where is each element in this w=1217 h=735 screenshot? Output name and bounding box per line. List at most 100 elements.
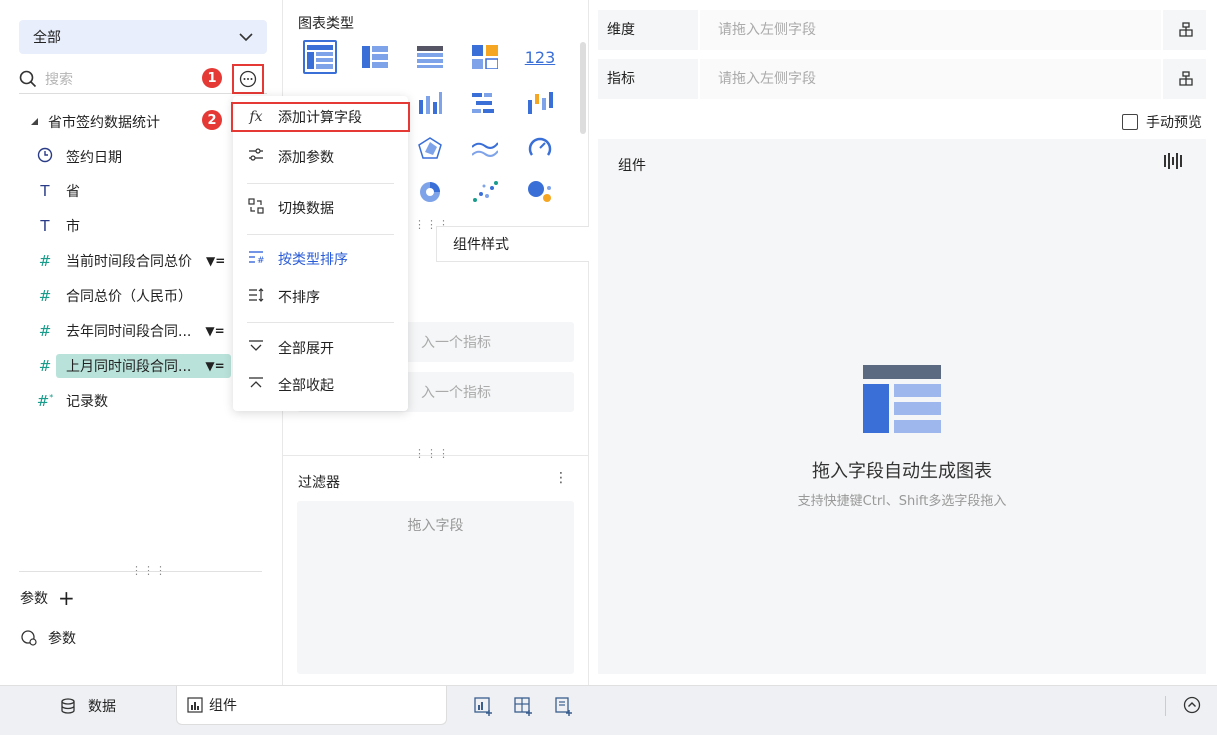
field-label: 市 <box>66 219 80 235</box>
field-label: 去年同时间段合同... <box>66 324 192 340</box>
collapse-up-icon[interactable] <box>1183 696 1201 714</box>
chart-type-number-card-icon[interactable]: 123 <box>523 40 557 74</box>
field-item[interactable]: # 合同总价（人民币） <box>36 283 192 309</box>
filter-placeholder: 拖入字段 <box>407 518 464 534</box>
text-type-icon: T <box>40 217 50 235</box>
menu-add-parameter[interactable]: 添加参数 <box>233 142 408 172</box>
param-item[interactable]: 参数 <box>20 628 76 648</box>
number-type-icon: # <box>38 252 52 270</box>
sort-type-icon: # <box>247 249 265 269</box>
params-header-label: 参数 <box>20 591 48 607</box>
app-root: 全部 搜索 1 2 省市签约数据统计 签约日期 T 省 T 市 # 当前时间段合… <box>0 0 1217 735</box>
database-icon <box>61 698 75 714</box>
preview-panel: 维度 请拖入左侧字段 指标 请拖入左侧字段 手动预览 组件 拖入字段自动生成图表… <box>589 0 1217 685</box>
add-text-component-icon[interactable] <box>554 696 574 716</box>
chart-type-hbar-icon[interactable] <box>468 86 502 120</box>
dimension-row: 维度 请拖入左侧字段 <box>598 10 1206 50</box>
sliders-icon <box>247 148 265 166</box>
expand-all-icon <box>247 338 265 358</box>
no-sort-icon <box>247 287 265 307</box>
scope-select[interactable]: 全部 <box>19 20 267 54</box>
resize-handle[interactable]: ⋮⋮⋮ <box>414 447 450 460</box>
chart-type-group-table-icon[interactable] <box>358 40 392 74</box>
vertical-more-icon[interactable]: ⋮ <box>554 470 568 486</box>
hierarchy-icon[interactable] <box>1178 71 1194 87</box>
menu-sort-by-type[interactable]: # 按类型排序 <box>233 244 408 274</box>
menu-collapse-all[interactable]: 全部收起 <box>233 370 408 400</box>
chart-type-area-icon[interactable] <box>468 131 502 165</box>
chart-types-scrollbar[interactable] <box>580 42 586 134</box>
collapse-all-icon <box>247 375 265 395</box>
chart-type-radar-icon[interactable] <box>413 131 447 165</box>
field-item[interactable]: T 省 <box>36 178 80 204</box>
divider <box>1165 696 1166 716</box>
field-options-menu: fx 添加计算字段 添加参数 切换数据 # 按类型排序 不排序 全部展开 全部收… <box>231 96 410 411</box>
field-item[interactable]: # 当前时间段合同总价 ▼= <box>36 248 226 274</box>
barcode-icon[interactable] <box>1164 153 1182 169</box>
chart-type-gauge-icon[interactable] <box>523 131 557 165</box>
fx-icon: fx <box>249 109 263 125</box>
filter-icon: ▼= <box>205 359 225 373</box>
add-chart-icon[interactable] <box>474 696 494 716</box>
params-header: 参数 + <box>20 588 75 608</box>
tab-component[interactable]: 组件 <box>176 686 447 725</box>
hierarchy-icon[interactable] <box>1178 22 1194 38</box>
chart-type-waterfall-icon[interactable] <box>523 86 557 120</box>
chart-type-pie-icon[interactable] <box>413 175 447 209</box>
divider <box>19 571 262 572</box>
chart-type-kpi-icon[interactable] <box>468 40 502 74</box>
field-label: 签约日期 <box>66 150 122 166</box>
field-item[interactable]: T 市 <box>36 213 80 239</box>
param-item-label: 参数 <box>48 631 76 647</box>
more-options-button[interactable] <box>232 64 264 94</box>
clock-icon <box>36 147 54 167</box>
dimension-drop-zone[interactable]: 请拖入左侧字段 <box>698 10 1163 50</box>
calc-number-icon: #* <box>36 392 54 410</box>
search-icon <box>19 70 37 87</box>
chart-types-title: 图表类型 <box>298 16 354 32</box>
chart-type-scatter-icon[interactable] <box>468 175 502 209</box>
field-item[interactable]: # 去年同时间段合同... ▼= <box>36 318 225 344</box>
add-param-icon[interactable]: + <box>58 588 75 608</box>
manual-preview-toggle[interactable]: 手动预览 <box>1122 112 1202 132</box>
field-label: 合同总价（人民币） <box>66 289 192 305</box>
indicator-placeholder: 入一个指标 <box>421 335 491 351</box>
menu-add-calculated-field[interactable]: fx 添加计算字段 <box>231 102 410 132</box>
chart-type-bubble-icon[interactable] <box>523 175 557 209</box>
field-item[interactable]: #* 记录数 <box>36 388 108 414</box>
search-placeholder: 搜索 <box>45 71 73 88</box>
filter-title: 过滤器 <box>298 475 340 491</box>
menu-no-sort[interactable]: 不排序 <box>233 282 408 312</box>
chart-type-detail-table-icon[interactable] <box>303 40 337 74</box>
menu-divider <box>247 183 394 184</box>
more-circle-icon <box>239 70 257 88</box>
menu-item-label: 添加计算字段 <box>278 110 362 126</box>
field-label: 省 <box>66 184 80 200</box>
chart-type-bar-icon[interactable] <box>413 86 447 120</box>
metric-placeholder: 请拖入左侧字段 <box>718 71 816 87</box>
dimension-placeholder: 请拖入左侧字段 <box>718 22 816 38</box>
metric-drop-zone[interactable]: 请拖入左侧字段 <box>698 59 1163 99</box>
field-label: 记录数 <box>66 394 108 410</box>
filter-icon: ▼= <box>206 254 226 268</box>
add-filter-component-icon[interactable] <box>514 696 534 716</box>
empty-state-title: 拖入字段自动生成图表 <box>812 461 992 482</box>
tab-component-style-label: 组件样式 <box>453 237 509 253</box>
component-canvas[interactable]: 组件 拖入字段自动生成图表 支持快捷键Ctrl、Shift多选字段拖入 <box>598 139 1206 674</box>
tree-root-dataset[interactable]: 省市签约数据统计 <box>30 112 160 132</box>
tab-data[interactable]: 数据 <box>60 686 116 726</box>
chart-type-cross-table-icon[interactable] <box>413 40 447 74</box>
menu-switch-data[interactable]: 切换数据 <box>233 193 408 223</box>
field-item[interactable]: 签约日期 <box>36 144 122 170</box>
tab-component-style[interactable]: 组件样式 <box>436 226 589 262</box>
number-type-icon: # <box>38 287 52 305</box>
manual-preview-checkbox[interactable] <box>1122 114 1138 130</box>
number-type-icon: # <box>38 322 52 340</box>
svg-text:#: # <box>257 256 264 265</box>
filter-drop-zone[interactable]: 拖入字段 <box>297 501 574 674</box>
chart-icon <box>187 697 203 713</box>
menu-expand-all[interactable]: 全部展开 <box>233 333 408 363</box>
search-input[interactable]: 搜索 <box>19 64 267 94</box>
field-item-selected[interactable]: # 上月同时间段合同... ▼= <box>36 353 231 379</box>
menu-divider <box>247 234 394 235</box>
